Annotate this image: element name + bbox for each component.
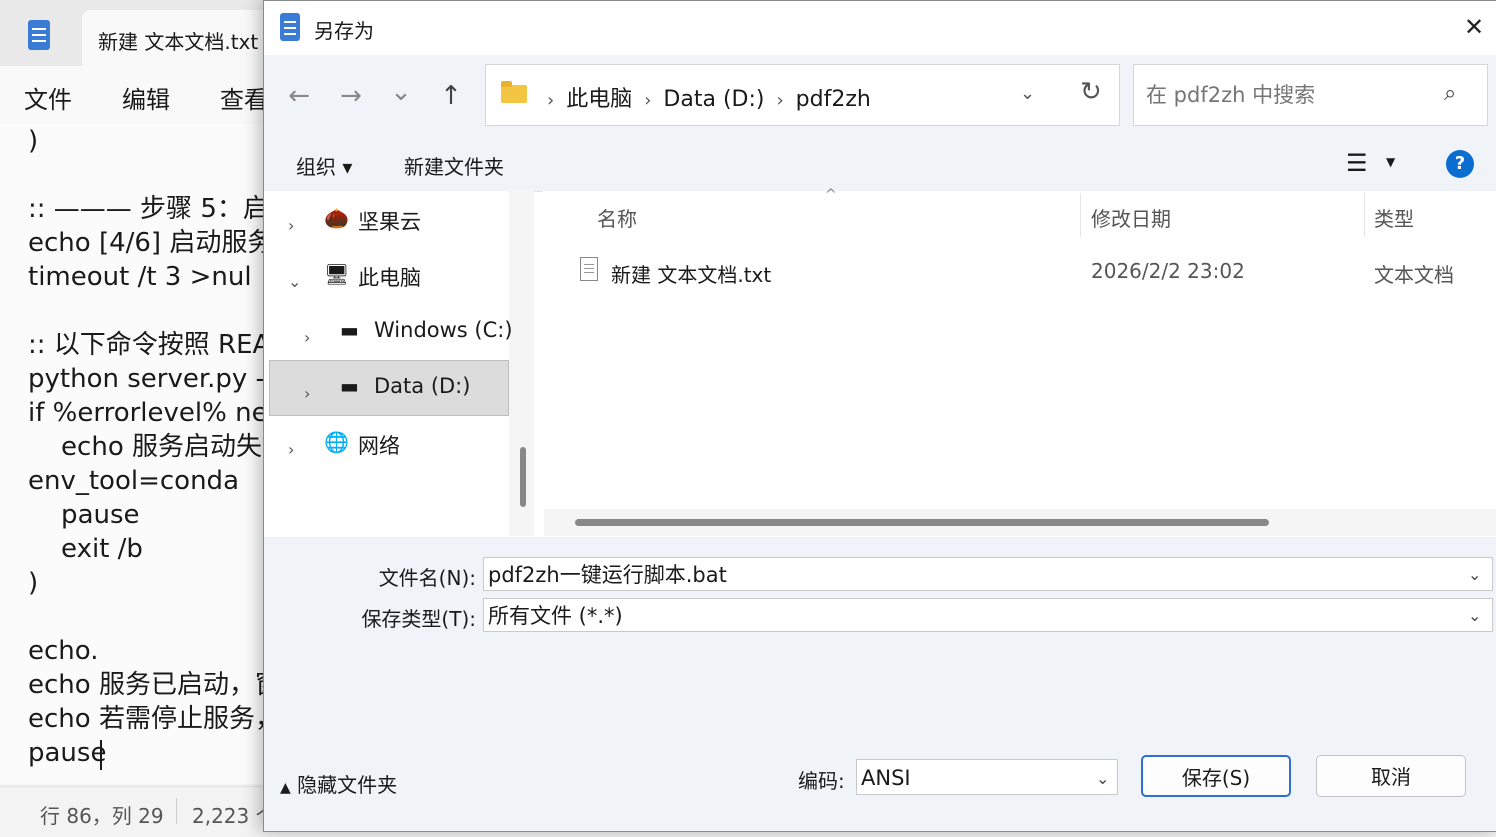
- save-button[interactable]: 保存(S): [1141, 755, 1291, 797]
- text-line[interactable]: pause: [28, 736, 288, 770]
- notepad-text[interactable]: ):: ——— 步骤 5：启 echo [4/6] 启动服务 timeout /t …: [28, 124, 288, 770]
- column-header-name[interactable]: 名称: [597, 203, 637, 232]
- encoding-select[interactable]: ANSI: [856, 759, 1118, 795]
- status-separator: [176, 798, 177, 824]
- hide-folders-button[interactable]: ▲ 隐藏文件夹: [280, 769, 397, 798]
- breadcrumb-pdf2zh[interactable]: pdf2zh: [796, 87, 871, 112]
- help-icon[interactable]: ?: [1446, 150, 1474, 178]
- chevron-down-icon[interactable]: ▼: [1386, 155, 1395, 169]
- file-name[interactable]: 新建 文本文档.txt: [611, 259, 771, 288]
- back-arrow-icon[interactable]: ←: [284, 81, 314, 111]
- cancel-button[interactable]: 取消: [1316, 755, 1466, 797]
- hide-folders-label: 隐藏文件夹: [297, 773, 398, 797]
- text-line[interactable]: :: 以下命令按照 REA: [28, 328, 288, 362]
- tree-item-jianguoyun[interactable]: 坚果云: [358, 206, 421, 236]
- breadcrumb-this-pc[interactable]: 此电脑: [566, 87, 632, 112]
- text-line[interactable]: [28, 294, 288, 328]
- text-line[interactable]: ): [28, 124, 288, 158]
- horizontal-scrollbar-thumb[interactable]: [575, 519, 1269, 526]
- column-divider[interactable]: [1080, 193, 1081, 237]
- text-line[interactable]: echo.: [28, 634, 288, 668]
- text-line[interactable]: python server.py --: [28, 362, 288, 396]
- file-list: [543, 191, 1496, 536]
- column-divider[interactable]: [1364, 193, 1365, 237]
- chevron-down-icon[interactable]: ⌄: [1096, 769, 1109, 788]
- text-line[interactable]: env_tool=conda: [28, 464, 288, 498]
- view-options-icon[interactable]: ☰: [1346, 149, 1368, 177]
- filename-label: 文件名(N):: [378, 566, 476, 590]
- menu-view[interactable]: 查看: [220, 80, 268, 115]
- tree-item-data-d[interactable]: Data (D:): [374, 374, 470, 398]
- save-as-dialog: 另存为 ✕ ← → ⌄ ↑ › 此电脑 › Data (D:) › pdf2zh ⌄ ↻ …: [263, 0, 1496, 832]
- close-icon[interactable]: ✕: [1460, 13, 1488, 41]
- column-header-type[interactable]: 类型: [1374, 203, 1414, 232]
- breadcrumb: › 此电脑 › Data (D:) › pdf2zh: [547, 87, 871, 112]
- filename-input[interactable]: pdf2zh一键运行脚本.bat: [483, 557, 1493, 591]
- encoding-label: 编码:: [798, 769, 845, 793]
- text-line[interactable]: exit /b: [28, 532, 288, 566]
- nav-scrollbar-thumb[interactable]: [520, 447, 526, 507]
- nut-icon: 🌰: [324, 206, 349, 230]
- refresh-icon[interactable]: ↻: [1080, 77, 1102, 107]
- text-line[interactable]: echo [4/6] 启动服务: [28, 226, 288, 260]
- drive-icon: ▬: [340, 374, 359, 398]
- search-input[interactable]: [1144, 79, 1438, 111]
- text-caret: [100, 740, 102, 770]
- organize-button[interactable]: 组织 ▾: [296, 151, 352, 180]
- chevron-right-icon[interactable]: ›: [304, 384, 310, 403]
- new-folder-button[interactable]: 新建文件夹: [404, 151, 504, 180]
- text-line[interactable]: :: ——— 步骤 5：启: [28, 192, 288, 226]
- filetype-select[interactable]: 所有文件 (*.*): [483, 598, 1493, 632]
- chevron-down-icon[interactable]: ⌄: [386, 77, 416, 107]
- forward-arrow-icon[interactable]: →: [336, 81, 366, 111]
- tree-item-windows-c[interactable]: Windows (C:): [374, 318, 513, 342]
- chevron-up-icon: ▲: [280, 780, 291, 796]
- text-line[interactable]: timeout /t 3 >nul: [28, 260, 288, 294]
- chevron-right-icon[interactable]: ›: [304, 328, 310, 347]
- text-line[interactable]: [28, 158, 288, 192]
- dialog-title: 另存为: [314, 19, 374, 43]
- chevron-down-icon[interactable]: ⌄: [1468, 565, 1481, 584]
- file-type: 文本文档: [1374, 263, 1454, 287]
- text-line[interactable]: echo 服务启动失败: [28, 430, 288, 464]
- notepad-app-icon: [280, 13, 300, 41]
- sort-ascending-icon: ^: [825, 187, 837, 203]
- menu-file[interactable]: 文件: [24, 80, 72, 115]
- text-file-icon: [580, 257, 598, 281]
- drive-icon: ▬: [340, 318, 359, 342]
- column-header-modified[interactable]: 修改日期: [1091, 203, 1171, 232]
- notepad-app-icon: [28, 20, 50, 50]
- text-line[interactable]: echo 服务已启动，窗: [28, 668, 288, 702]
- filetype-label: 保存类型(T):: [361, 607, 476, 631]
- chevron-down-icon[interactable]: ⌄: [288, 272, 301, 291]
- folder-icon: [501, 85, 527, 103]
- tree-item-network[interactable]: 网络: [358, 430, 400, 460]
- text-line[interactable]: pause: [28, 498, 288, 532]
- computer-icon: 🖥: [324, 262, 350, 286]
- text-line[interactable]: [28, 600, 288, 634]
- notepad-tab-title: 新建 文本文档.txt: [98, 30, 259, 54]
- menu-edit[interactable]: 编辑: [122, 80, 170, 115]
- dialog-title-bar: [264, 1, 1496, 55]
- status-cursor-position: 行 86，列 29: [40, 804, 164, 828]
- tree-item-this-pc[interactable]: 此电脑: [358, 262, 421, 292]
- network-icon: 🌐: [324, 430, 349, 454]
- up-arrow-icon[interactable]: ↑: [436, 81, 466, 111]
- search-icon[interactable]: ⌕: [1444, 81, 1456, 106]
- chevron-down-icon[interactable]: ⌄: [1468, 606, 1481, 625]
- text-line[interactable]: echo 若需停止服务，: [28, 702, 288, 736]
- chevron-right-icon[interactable]: ›: [288, 216, 294, 235]
- breadcrumb-data-d[interactable]: Data (D:): [663, 87, 764, 112]
- text-line[interactable]: if %errorlevel% neq: [28, 396, 288, 430]
- chevron-down-icon[interactable]: ⌄: [1020, 83, 1035, 104]
- text-line[interactable]: ): [28, 566, 288, 600]
- file-modified: 2026/2/2 23:02: [1091, 259, 1245, 283]
- chevron-right-icon[interactable]: ›: [288, 440, 294, 459]
- folder-tab-icon: [501, 81, 512, 87]
